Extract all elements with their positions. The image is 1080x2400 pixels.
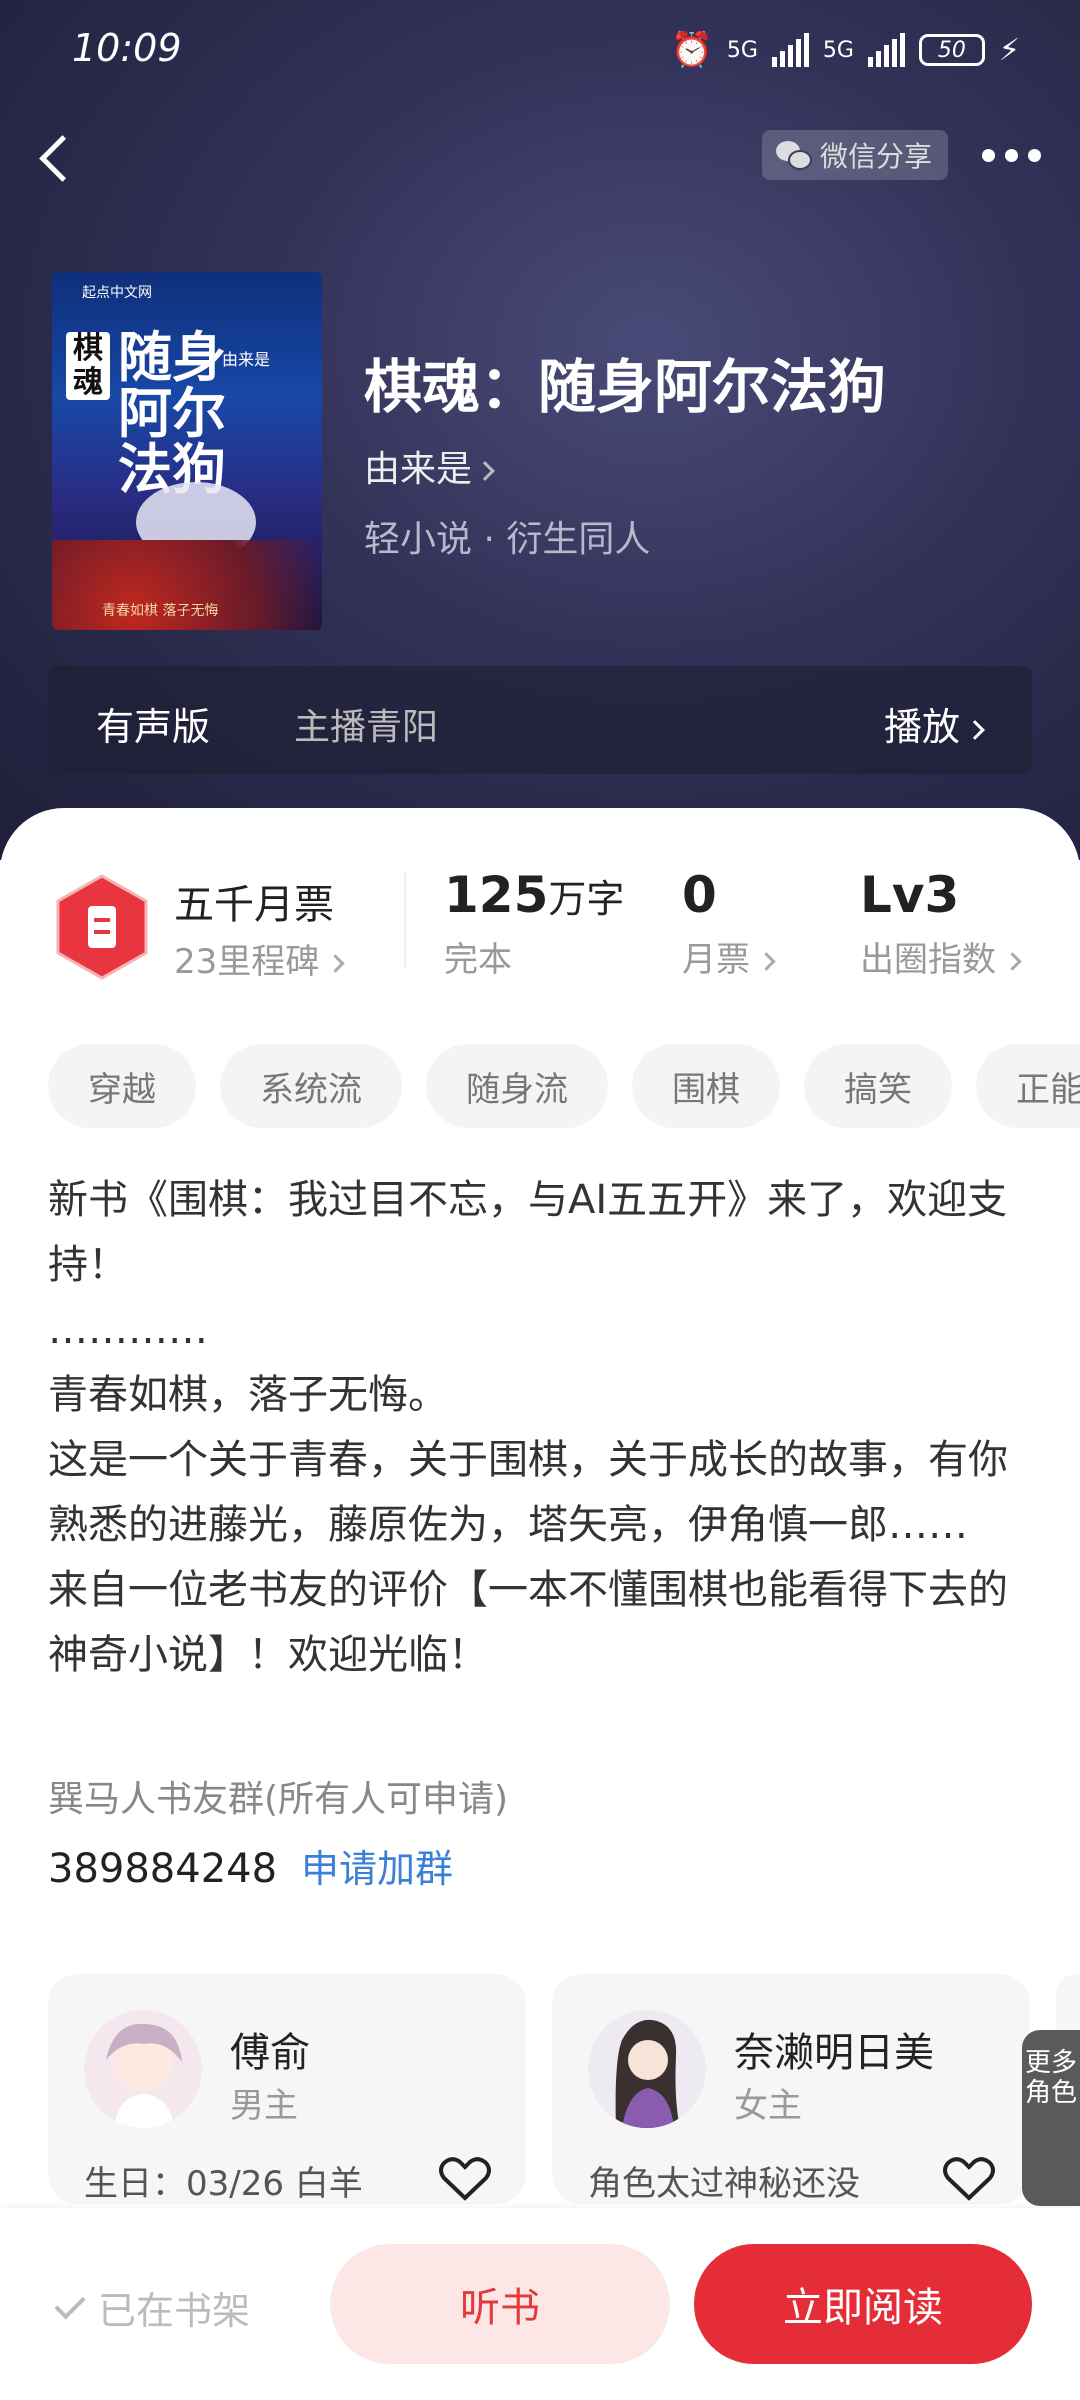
- chevron-right-icon: [965, 719, 985, 740]
- cover-tagline: 青春如棋 落子无悔: [102, 603, 219, 619]
- read-now-button[interactable]: 立即阅读: [694, 2244, 1032, 2364]
- wechat-share-button[interactable]: 微信分享: [762, 130, 948, 180]
- check-icon: [54, 2287, 86, 2320]
- tag-chip[interactable]: 随身流: [426, 1044, 608, 1128]
- description-paragraph: 这是一个关于青春，关于围棋，关于成长的故事，有你熟悉的进藤光，藤原佐为，塔矢亮，…: [48, 1437, 1008, 1548]
- tag-chip[interactable]: 穿越: [48, 1044, 196, 1128]
- chevron-right-icon: [475, 461, 495, 481]
- heart-icon[interactable]: [942, 2154, 996, 2202]
- audio-host: 主播青阳: [294, 707, 439, 748]
- description-paragraph: 来自一位老书友的评价【一本不懂围棋也能看得下去的神奇小说】！欢迎光临！: [48, 1567, 1008, 1678]
- tag-chip[interactable]: 正能量: [976, 1044, 1080, 1128]
- back-button[interactable]: [30, 130, 90, 190]
- role-info: 角色太过神秘还没: [588, 2164, 860, 2204]
- more-roles-button[interactable]: 更多角色: [1022, 2030, 1080, 2206]
- tag-chip[interactable]: 围棋: [632, 1044, 780, 1128]
- heart-icon[interactable]: [438, 2154, 492, 2202]
- book-author-link[interactable]: 由来是: [364, 440, 495, 492]
- listen-button[interactable]: 听书: [330, 2244, 670, 2364]
- milestone-label: 23里程碑: [174, 942, 320, 982]
- divider: [404, 872, 406, 968]
- role-name: 奈濑明日美: [734, 2030, 934, 2076]
- fan-group-number: 389884248: [48, 1846, 278, 1892]
- chevron-right-icon: [757, 952, 776, 971]
- role-card[interactable]: 傅俞 男主 生日：03/26 白羊: [48, 1974, 526, 2204]
- role-type: 女主: [734, 2086, 802, 2126]
- audio-play-label: 播放: [883, 705, 960, 749]
- book-author: 由来是: [364, 449, 473, 490]
- more-options-button[interactable]: [982, 140, 1052, 170]
- popularity-level-value: Lv3: [860, 866, 960, 924]
- join-group-link[interactable]: 申请加群: [301, 1847, 453, 1891]
- book-genre: 轻小说 · 衍生同人: [364, 519, 651, 560]
- book-title: 棋魂：随身阿尔法狗: [364, 353, 887, 421]
- tag-chip[interactable]: 系统流: [220, 1044, 402, 1128]
- book-description: 新书《围棋：我过目不忘，与AI五五开》来了，欢迎支持！ ………… 青春如棋，落子…: [48, 1168, 1038, 1688]
- book-cover[interactable]: 起点中文网 棋魂 随身阿尔法狗 由来是 青春如棋 落子无悔: [52, 272, 322, 630]
- book-header: 10:09 ⏰ 5G 5G 50 ⚡ 微信分享 起点中文网 棋魂 随身阿尔法狗 …: [0, 0, 1080, 860]
- tag-list: 穿越 系统流 随身流 围棋 搞笑 正能量: [48, 1044, 1080, 1128]
- description-paragraph: 新书《围棋：我过目不忘，与AI五五开》来了，欢迎支持！: [48, 1177, 1008, 1288]
- alarm-icon: ⏰: [670, 30, 713, 70]
- word-count-stat: 125万字 完本: [444, 866, 624, 981]
- completion-status: 完本: [444, 940, 512, 980]
- description-paragraph: 青春如棋，落子无悔。: [48, 1372, 448, 1418]
- monthly-votes-value: 0: [682, 866, 717, 924]
- cover-side-title: 棋魂: [66, 332, 110, 400]
- audio-play-button[interactable]: 播放: [883, 696, 985, 751]
- more-dots-icon: [982, 148, 995, 162]
- signal-5g-label: 5G: [726, 37, 758, 63]
- signal-icon-2: [867, 33, 905, 67]
- milestone-link[interactable]: 23里程碑: [174, 934, 345, 983]
- signal-5g-label-2: 5G: [822, 37, 854, 63]
- tag-chip[interactable]: 搞笑: [804, 1044, 952, 1128]
- role-avatar: [84, 2010, 202, 2128]
- wechat-share-label: 微信分享: [820, 140, 933, 173]
- top-nav: 微信分享: [0, 130, 1080, 190]
- fan-group-name: 巽马人书友群(所有人可申请): [48, 1779, 509, 1820]
- battery-icon: 50: [918, 34, 985, 66]
- popularity-level-stat[interactable]: Lv3 出圈指数: [860, 866, 1022, 981]
- word-count-unit: 万字: [548, 877, 625, 921]
- role-type: 男主: [230, 2086, 298, 2126]
- charging-icon: ⚡: [998, 32, 1020, 68]
- fan-group-row: 389884248 申请加群: [48, 1838, 453, 1893]
- audio-label: 有声版: [96, 705, 211, 749]
- cover-author: 由来是: [222, 350, 271, 369]
- bottom-action-bar: 已在书架 听书 立即阅读: [0, 2208, 1080, 2400]
- chevron-right-icon: [326, 954, 345, 973]
- status-bar: 10:09 ⏰ 5G 5G 50 ⚡: [0, 0, 1080, 100]
- status-icons: ⏰ 5G 5G 50 ⚡: [670, 30, 1020, 70]
- monthly-votes-stat[interactable]: 0 月票: [682, 866, 776, 981]
- role-card[interactable]: 奈濑明日美 女主 角色太过神秘还没: [552, 1974, 1030, 2204]
- monthly-ticket-badge-icon: [54, 874, 150, 980]
- audio-version-bar[interactable]: 有声版 主播青阳 播放: [48, 666, 1032, 774]
- signal-icon: [771, 33, 809, 67]
- status-time: 10:09: [72, 26, 182, 70]
- in-bookshelf-label: 已在书架: [98, 2289, 251, 2333]
- role-avatar: [588, 2010, 706, 2128]
- monthly-ticket-title: 五千月票: [174, 882, 334, 928]
- description-paragraph: …………: [48, 1307, 208, 1353]
- monthly-votes-label: 月票: [682, 940, 750, 980]
- role-name: 傅俞: [230, 2030, 310, 2076]
- cover-publisher: 起点中文网: [82, 285, 152, 301]
- role-info: 生日：03/26 白羊: [84, 2164, 363, 2204]
- in-bookshelf-button[interactable]: 已在书架: [54, 2280, 251, 2335]
- word-count-value: 125: [444, 866, 549, 924]
- wechat-icon: [776, 141, 812, 170]
- popularity-level-label: 出圈指数: [860, 940, 996, 980]
- chevron-right-icon: [1003, 952, 1022, 971]
